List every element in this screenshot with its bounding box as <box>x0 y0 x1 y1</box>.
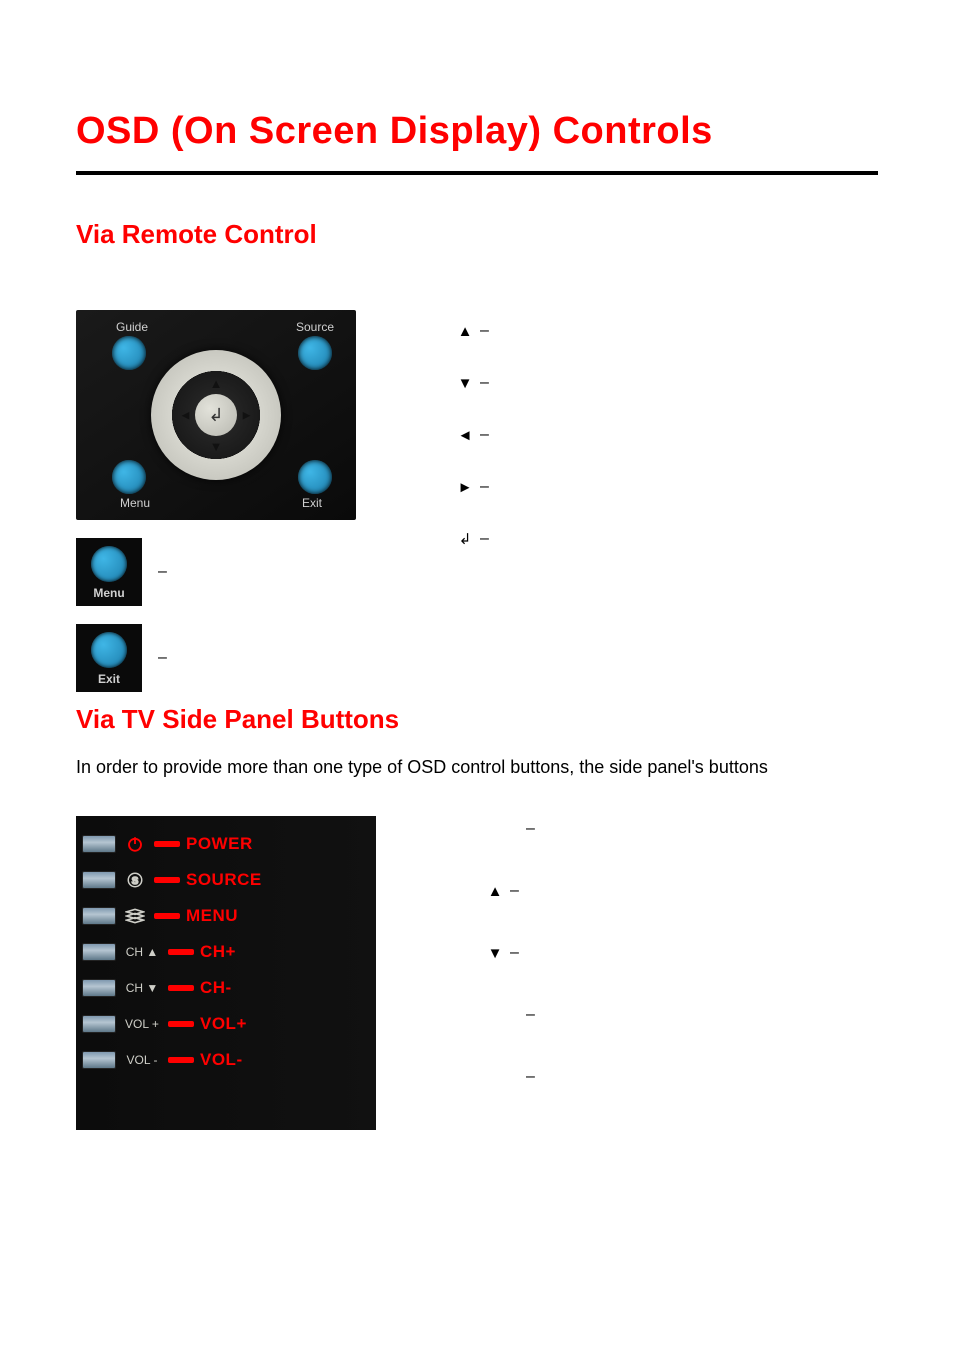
side-label-power: POWER <box>186 834 253 854</box>
remote-mini-menu: Menu <box>76 538 142 606</box>
side-button-volup <box>82 1015 116 1033</box>
side-row-menu: MENU <box>82 898 368 934</box>
volup-icon: VOL + <box>122 1017 162 1031</box>
side-row-chdn: CH ▼ CH- <box>82 970 368 1006</box>
chdn-icon: CH ▼ <box>122 981 162 995</box>
side-area: POWER S SOURCE MENU CH ▲ CH+ CH <box>76 816 878 1130</box>
side-dash <box>154 913 180 919</box>
side-dash <box>154 841 180 847</box>
up-arrow-icon: ▲ <box>456 323 474 340</box>
voldn-icon: VOL - <box>122 1053 162 1067</box>
remote-dpad: ▲ ▼ ◄ ► ↲ <box>151 350 281 480</box>
legend-right-text: – <box>480 478 489 496</box>
side-row-volup: VOL + VOL+ <box>82 1006 368 1042</box>
enter-icon: ↲ <box>456 530 474 548</box>
dpad-left-icon: ◄ <box>179 408 192 423</box>
section-side-title: Via TV Side Panel Buttons <box>76 704 878 735</box>
remote-label-exit: Exit <box>302 496 322 510</box>
side-button-voldn <box>82 1051 116 1069</box>
side-legend-1: – <box>526 820 535 838</box>
side-label-chdn: CH- <box>200 978 232 998</box>
mini-menu-dash: – <box>158 563 167 581</box>
side-dash <box>168 1057 194 1063</box>
side-label-volup: VOL+ <box>200 1014 247 1034</box>
side-legend-5: – <box>526 1068 535 1086</box>
right-arrow-icon: ► <box>456 479 474 496</box>
remote-legend: ▲– ▼– ◄– ►– ↲– <box>456 310 878 692</box>
legend-up-text: – <box>480 322 489 340</box>
side-panel-photo: POWER S SOURCE MENU CH ▲ CH+ CH <box>76 816 376 1130</box>
side-row-voldn: VOL - VOL- <box>82 1042 368 1078</box>
side-dash <box>154 877 180 883</box>
side-row-power: POWER <box>82 826 368 862</box>
side-label-source: SOURCE <box>186 870 262 890</box>
side-dash <box>168 1021 194 1027</box>
down-arrow-icon: ▼ <box>486 945 504 962</box>
chup-icon: CH ▲ <box>122 945 162 959</box>
mini-exit-button-icon <box>91 632 127 668</box>
mini-menu-button-icon <box>91 546 127 582</box>
legend-left-text: – <box>480 426 489 444</box>
mini-menu-label: Menu <box>82 586 136 600</box>
side-row-chup: CH ▲ CH+ <box>82 934 368 970</box>
legend-enter-text: – <box>480 530 489 548</box>
down-arrow-icon: ▼ <box>456 375 474 392</box>
remote-label-guide: Guide <box>116 320 148 334</box>
dpad-up-icon: ▲ <box>210 376 223 391</box>
side-row-source: S SOURCE <box>82 862 368 898</box>
section-remote-title: Via Remote Control <box>76 219 878 250</box>
side-button-chdn <box>82 979 116 997</box>
remote-exit-button <box>298 460 332 494</box>
side-button-menu <box>82 907 116 925</box>
up-arrow-icon: ▲ <box>486 883 504 900</box>
remote-guide-button <box>112 336 146 370</box>
side-legend: – ▲– ▼– – – <box>486 816 535 1130</box>
remote-photo: Guide Source Menu Exit ▲ ▼ ◄ ► ↲ <box>76 310 356 520</box>
remote-source-button <box>298 336 332 370</box>
side-label-voldn: VOL- <box>200 1050 243 1070</box>
side-button-power <box>82 835 116 853</box>
side-intro-text: In order to provide more than one type o… <box>76 755 878 780</box>
source-icon: S <box>122 871 148 889</box>
power-icon <box>122 835 148 853</box>
legend-down-text: – <box>480 374 489 392</box>
side-button-source <box>82 871 116 889</box>
side-dash <box>168 985 194 991</box>
side-label-chup: CH+ <box>200 942 236 962</box>
menu-icon <box>122 908 148 924</box>
page-title: OSD (On Screen Display) Controls <box>76 110 878 175</box>
side-dash <box>168 949 194 955</box>
remote-label-menu: Menu <box>120 496 150 510</box>
remote-menu-button <box>112 460 146 494</box>
remote-label-source: Source <box>296 320 334 334</box>
dpad-enter-button: ↲ <box>195 394 237 436</box>
side-label-menu: MENU <box>186 906 238 926</box>
remote-area: Guide Source Menu Exit ▲ ▼ ◄ ► ↲ Menu – <box>76 310 878 692</box>
remote-mini-exit: Exit <box>76 624 142 692</box>
side-legend-2: – <box>510 882 519 900</box>
dpad-down-icon: ▼ <box>210 439 223 454</box>
mini-exit-dash: – <box>158 649 167 667</box>
left-arrow-icon: ◄ <box>456 427 474 444</box>
side-button-chup <box>82 943 116 961</box>
side-legend-4: – <box>526 1006 535 1024</box>
svg-text:S: S <box>132 876 139 887</box>
dpad-right-icon: ► <box>240 408 253 423</box>
side-legend-3: – <box>510 944 519 962</box>
mini-exit-label: Exit <box>82 672 136 686</box>
